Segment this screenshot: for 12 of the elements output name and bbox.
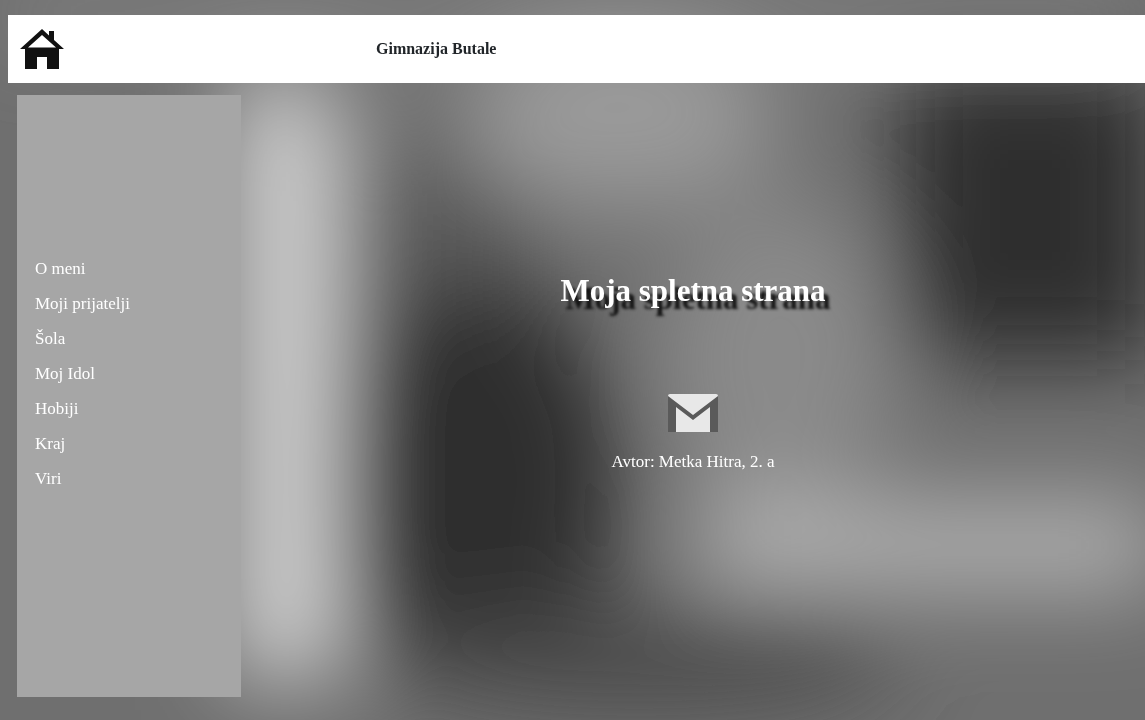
nav-link[interactable]: O meni (35, 259, 86, 280)
nav-link[interactable]: Kraj (35, 434, 66, 455)
page-heading: Moja spletna strana (560, 272, 826, 310)
home-icon[interactable] (18, 27, 66, 71)
site-title: Gimnazija Butale (376, 39, 497, 60)
nav-link[interactable]: Šola (35, 329, 66, 350)
nav-link[interactable]: Moj Idol (35, 364, 95, 385)
nav-link[interactable]: Hobiji (35, 399, 79, 420)
author-text: Avtor: Metka Hitra, 2. a (611, 450, 775, 473)
nav-link[interactable]: Viri (35, 469, 62, 490)
mail-icon[interactable] (667, 392, 719, 433)
nav-link[interactable]: Moji prijatelji (35, 294, 130, 315)
